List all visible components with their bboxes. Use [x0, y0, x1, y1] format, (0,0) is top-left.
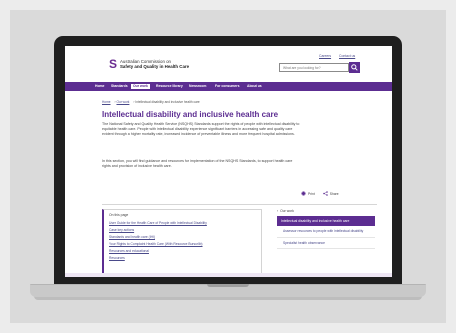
print-icon — [301, 191, 306, 196]
sidebar-item-active[interactable]: Intellectual disability and inclusive he… — [277, 216, 375, 226]
section-paragraph: In this section, you will find guidance … — [102, 159, 293, 169]
search-icon — [351, 64, 358, 71]
laptop-screen: S Australian Commission on Safety and Qu… — [65, 46, 392, 277]
divider — [102, 204, 377, 205]
logo-icon: S — [109, 57, 118, 71]
on-page-link[interactable]: Standards and health care (IHI) — [109, 234, 256, 241]
nav-standards[interactable]: Standards — [111, 84, 128, 89]
nav-our-work[interactable]: Our work — [131, 83, 150, 89]
bottom-strip — [65, 273, 392, 277]
page-actions: Print Share — [301, 191, 339, 196]
nav-resource-library[interactable]: Resource library — [156, 84, 183, 89]
on-page-link[interactable]: Case key actions — [109, 227, 256, 234]
main-nav: Home Standards Our work Resource library… — [65, 82, 392, 91]
site-logo[interactable]: S Australian Commission on Safety and Qu… — [109, 57, 190, 71]
on-page-link[interactable]: User Guide for the Health Care of People… — [109, 220, 256, 227]
chevron-left-icon: ‹ — [277, 209, 279, 213]
sidebar-item[interactable]: Specialist health observance — [277, 238, 375, 249]
search-input[interactable]: What are you looking for? — [279, 63, 349, 72]
nav-home[interactable]: Home — [95, 84, 104, 89]
careers-link[interactable]: Careers — [319, 54, 331, 58]
breadcrumb: Home › Our work › Intellectual disability … — [102, 100, 200, 104]
sidebar-heading[interactable]: ‹ Our work — [277, 209, 375, 213]
laptop-notch — [207, 284, 249, 287]
contact-link[interactable]: Contact us — [339, 54, 355, 58]
nav-newsroom[interactable]: Newsroom — [189, 84, 206, 89]
on-this-page-heading: On this page — [109, 213, 129, 217]
on-this-page-box: On this page User Guide for the Health C… — [102, 209, 262, 275]
on-page-link[interactable]: Resources and educational — [109, 248, 256, 255]
nav-for-consumers[interactable]: For consumers — [215, 84, 240, 89]
print-button[interactable]: Print — [301, 191, 315, 196]
sidebar-item[interactable]: Assessor resources to people with intell… — [277, 226, 375, 238]
share-icon — [323, 191, 328, 196]
search-button[interactable] — [349, 62, 360, 73]
share-button[interactable]: Share — [323, 191, 339, 196]
breadcrumb-home[interactable]: Home — [102, 100, 111, 104]
section-sidebar: ‹ Our work Intellectual disability and i… — [277, 209, 375, 249]
top-links: Careers Contact us — [319, 54, 362, 58]
intro-paragraph: The National Safety and Quality Health S… — [102, 122, 300, 137]
nav-about-us[interactable]: About us — [247, 84, 262, 89]
org-name-line2: Safety and Quality in Health Care — [120, 64, 190, 69]
breadcrumb-our-work[interactable]: Our work — [116, 100, 129, 104]
on-page-link[interactable]: Your Rights to Complaint Health Care (Wi… — [109, 241, 256, 248]
on-page-link[interactable]: Resources — [109, 255, 256, 262]
breadcrumb-current: Intellectual disability and inclusive he… — [135, 100, 200, 104]
page-title: Intellectual disability and inclusive he… — [102, 110, 279, 119]
